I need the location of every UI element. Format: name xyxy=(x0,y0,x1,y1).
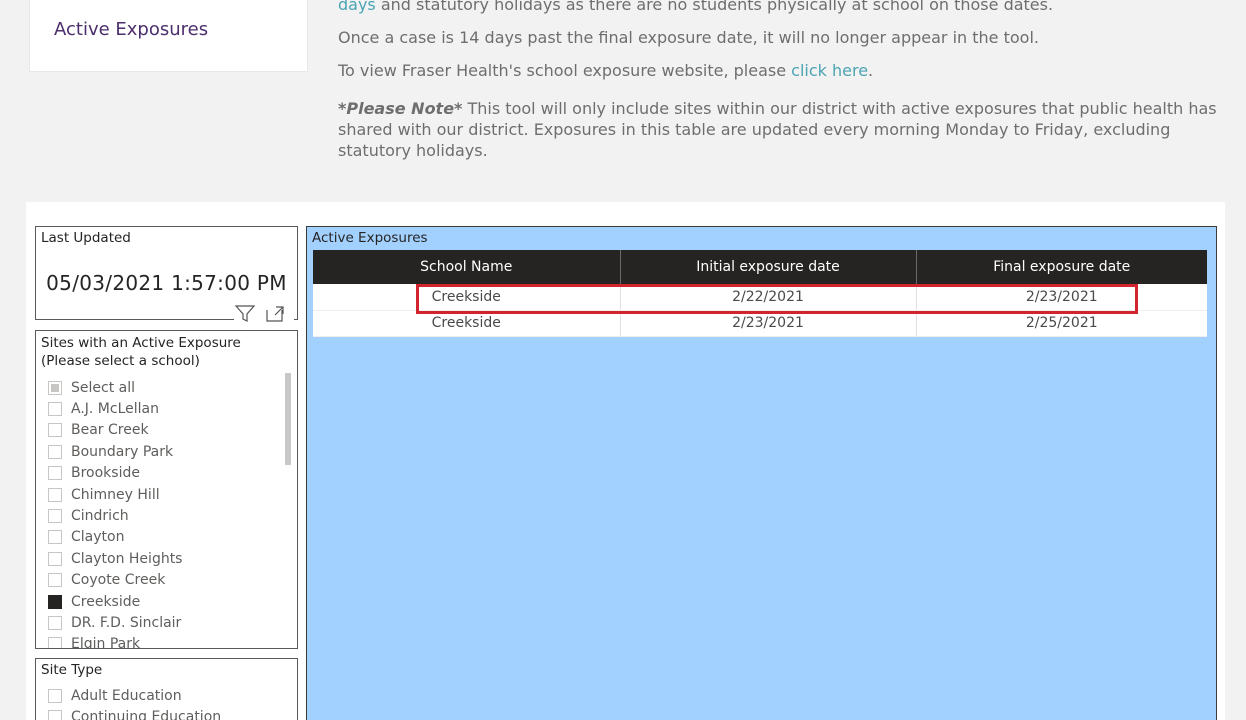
sites-slicer-title-line2: (Please select a school) xyxy=(41,353,200,369)
sites-slicer-title-line1: Sites with an Active Exposure xyxy=(41,335,241,351)
checkbox[interactable] xyxy=(48,594,62,609)
checkbox[interactable] xyxy=(48,615,62,630)
slicer-item-label: Chimney Hill xyxy=(71,486,160,503)
slicer-item-label: Elgin Park xyxy=(71,636,141,649)
nav-item-active-exposures[interactable]: Active Exposures xyxy=(54,19,208,40)
checkbox[interactable] xyxy=(48,688,62,703)
slicer-item[interactable]: Creekside xyxy=(48,591,288,612)
checkbox[interactable] xyxy=(48,530,62,545)
checkbox[interactable] xyxy=(48,380,62,395)
slicer-item[interactable]: Clayton Heights xyxy=(48,548,288,569)
slicer-item[interactable]: Boundary Park xyxy=(48,441,288,462)
column-header-initial-exposure-date[interactable]: Initial exposure date xyxy=(619,250,916,284)
checkbox[interactable] xyxy=(48,466,62,481)
slicer-item[interactable]: Cindrich xyxy=(48,505,288,526)
cell-school-name: Creekside xyxy=(313,310,620,337)
cell-initial-exposure-date: 2/22/2021 xyxy=(619,284,916,311)
slicer-item-label: Adult Education xyxy=(71,687,182,704)
slicer-item-label: A.J. McLellan xyxy=(71,401,159,418)
filter-icon[interactable] xyxy=(234,304,256,328)
slicer-item-label: Creekside xyxy=(71,593,141,610)
slicer-item-label: Clayton xyxy=(71,529,125,546)
slicer-item-label: Clayton Heights xyxy=(71,550,183,567)
slicer-item[interactable]: Bear Creek xyxy=(48,420,288,441)
intro-line-1: days and statutory holidays as there are… xyxy=(338,0,1218,15)
site-type-slicer-list: Adult Education Continuing Education xyxy=(48,685,288,720)
sites-slicer-scrollbar[interactable] xyxy=(285,373,291,465)
slicer-item[interactable]: Continuing Education xyxy=(48,706,288,720)
slicer-item[interactable]: Coyote Creek xyxy=(48,570,288,591)
table-row[interactable]: Creekside 2/23/2021 2/25/2021 xyxy=(313,310,1207,337)
intro-line-1-text: and statutory holidays as there are no s… xyxy=(375,0,1054,14)
slicer-item-label: Continuing Education xyxy=(71,709,222,720)
slicer-item-label: Boundary Park xyxy=(71,443,174,460)
slicer-item[interactable]: Select all xyxy=(48,377,288,398)
slicer-item-label: Bear Creek xyxy=(71,422,149,439)
intro-line-3-text: To view Fraser Health's school exposure … xyxy=(338,61,792,80)
cell-initial-exposure-date: 2/23/2021 xyxy=(619,310,916,337)
slicer-item[interactable]: Clayton xyxy=(48,527,288,548)
active-exposures-title: Active Exposures xyxy=(312,230,428,246)
note-text: This tool will only include sites within… xyxy=(338,99,1217,160)
checkbox[interactable] xyxy=(48,573,62,588)
report-canvas: Last Updated 05/03/2021 1:57:00 PM Sites… xyxy=(26,202,1225,720)
slicer-item-label: Coyote Creek xyxy=(71,572,166,589)
cell-final-exposure-date: 2/25/2021 xyxy=(915,310,1207,337)
click-here-link[interactable]: click here xyxy=(791,61,868,80)
slicer-item[interactable]: Elgin Park xyxy=(48,634,288,649)
table-row[interactable]: Creekside 2/22/2021 2/23/2021 xyxy=(313,284,1207,311)
checkbox[interactable] xyxy=(48,637,62,648)
exposures-table: School Name Initial exposure date Final … xyxy=(313,250,1207,337)
slicer-item[interactable]: Brookside xyxy=(48,463,288,484)
days-link[interactable]: days xyxy=(338,0,376,14)
checkbox[interactable] xyxy=(48,402,62,417)
checkbox[interactable] xyxy=(48,710,62,720)
slicer-item-label: DR. F.D. Sinclair xyxy=(71,614,182,631)
intro-note: *Please Note* This tool will only includ… xyxy=(338,98,1218,161)
sites-slicer-list: Select all A.J. McLellan Bear Creek Boundar… xyxy=(48,377,288,649)
cell-school-name: Creekside xyxy=(313,284,620,311)
checkbox[interactable] xyxy=(48,509,62,524)
active-exposures-visual: Active Exposures School Name Initial exp… xyxy=(306,226,1217,720)
site-type-slicer: Site Type Adult Education Continuing Educ… xyxy=(35,658,298,720)
checkbox[interactable] xyxy=(48,444,62,459)
last-updated-value: 05/03/2021 1:57:00 PM xyxy=(46,271,287,295)
sites-slicer: Sites with an Active Exposure (Please se… xyxy=(35,330,298,649)
sites-slicer-title: Sites with an Active Exposure (Please se… xyxy=(41,334,241,370)
slicer-item-label: Select all xyxy=(71,379,135,396)
intro-line-2: Once a case is 14 days past the final ex… xyxy=(338,28,1039,47)
intro-text: days and statutory holidays as there are… xyxy=(338,0,1218,173)
focus-mode-icon[interactable] xyxy=(264,304,286,328)
checkbox[interactable] xyxy=(48,423,62,438)
intro-line-3: To view Fraser Health's school exposure … xyxy=(338,60,1218,81)
visual-header-icons xyxy=(234,302,294,326)
site-type-title: Site Type xyxy=(41,662,103,678)
slicer-item-label: Brookside xyxy=(71,465,140,482)
slicer-item-label: Cindrich xyxy=(71,508,129,525)
note-label: *Please Note* xyxy=(338,99,463,118)
table-header-row: School Name Initial exposure date Final … xyxy=(313,250,1207,284)
slicer-item[interactable]: A.J. McLellan xyxy=(48,398,288,419)
last-updated-title: Last Updated xyxy=(41,230,131,246)
checkbox[interactable] xyxy=(48,487,62,502)
checkbox[interactable] xyxy=(48,551,62,566)
cell-final-exposure-date: 2/23/2021 xyxy=(915,284,1207,311)
column-header-school-name[interactable]: School Name xyxy=(313,250,620,284)
column-header-final-exposure-date[interactable]: Final exposure date xyxy=(915,250,1207,284)
nav-card: Active Exposures xyxy=(29,0,308,72)
intro-line-3-end: . xyxy=(868,61,874,80)
slicer-item[interactable]: Chimney Hill xyxy=(48,484,288,505)
slicer-item[interactable]: Adult Education xyxy=(48,685,288,706)
slicer-item[interactable]: DR. F.D. Sinclair xyxy=(48,612,288,633)
